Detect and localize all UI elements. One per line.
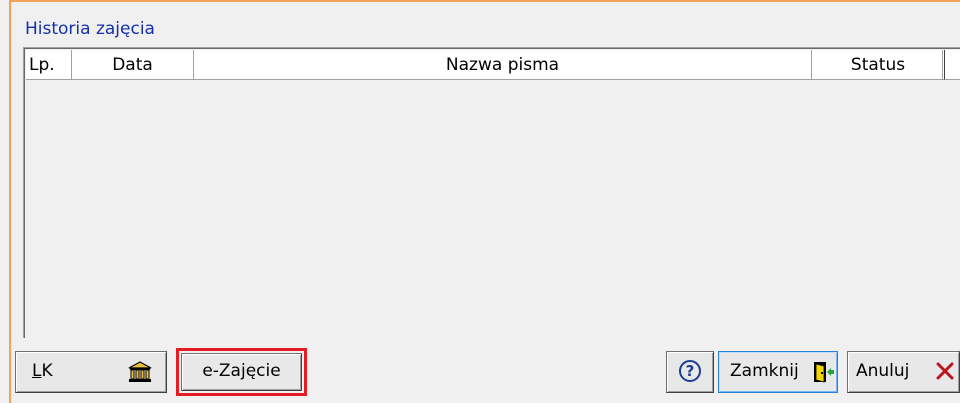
help-icon: ? xyxy=(679,360,701,382)
lk-button-label: LK xyxy=(32,352,53,390)
close-button[interactable]: Zamknij xyxy=(718,351,838,393)
column-header-nazwa-pisma[interactable]: Nazwa pisma xyxy=(194,50,812,80)
column-header-filler xyxy=(945,50,960,80)
exit-door-icon xyxy=(814,362,834,383)
help-button[interactable]: ? xyxy=(666,351,714,393)
lk-button[interactable]: LK xyxy=(15,351,167,393)
column-header-data[interactable]: Data xyxy=(72,50,194,80)
cancel-button[interactable]: Anuluj xyxy=(847,351,960,393)
cancel-button-label: Anuluj xyxy=(856,361,910,381)
lk-button-label-rest: K xyxy=(41,361,53,381)
close-button-label: Zamknij xyxy=(730,361,799,381)
history-table[interactable]: Lp. Data Nazwa pisma Status xyxy=(23,47,960,338)
cancel-x-icon xyxy=(936,362,954,380)
column-header-lp[interactable]: Lp. xyxy=(26,50,72,80)
group-title: Historia zajęcia xyxy=(25,19,155,39)
e-zajecie-button[interactable]: e-Zajęcie xyxy=(181,353,302,391)
bank-icon xyxy=(128,361,152,382)
column-header-status[interactable]: Status xyxy=(812,50,945,80)
